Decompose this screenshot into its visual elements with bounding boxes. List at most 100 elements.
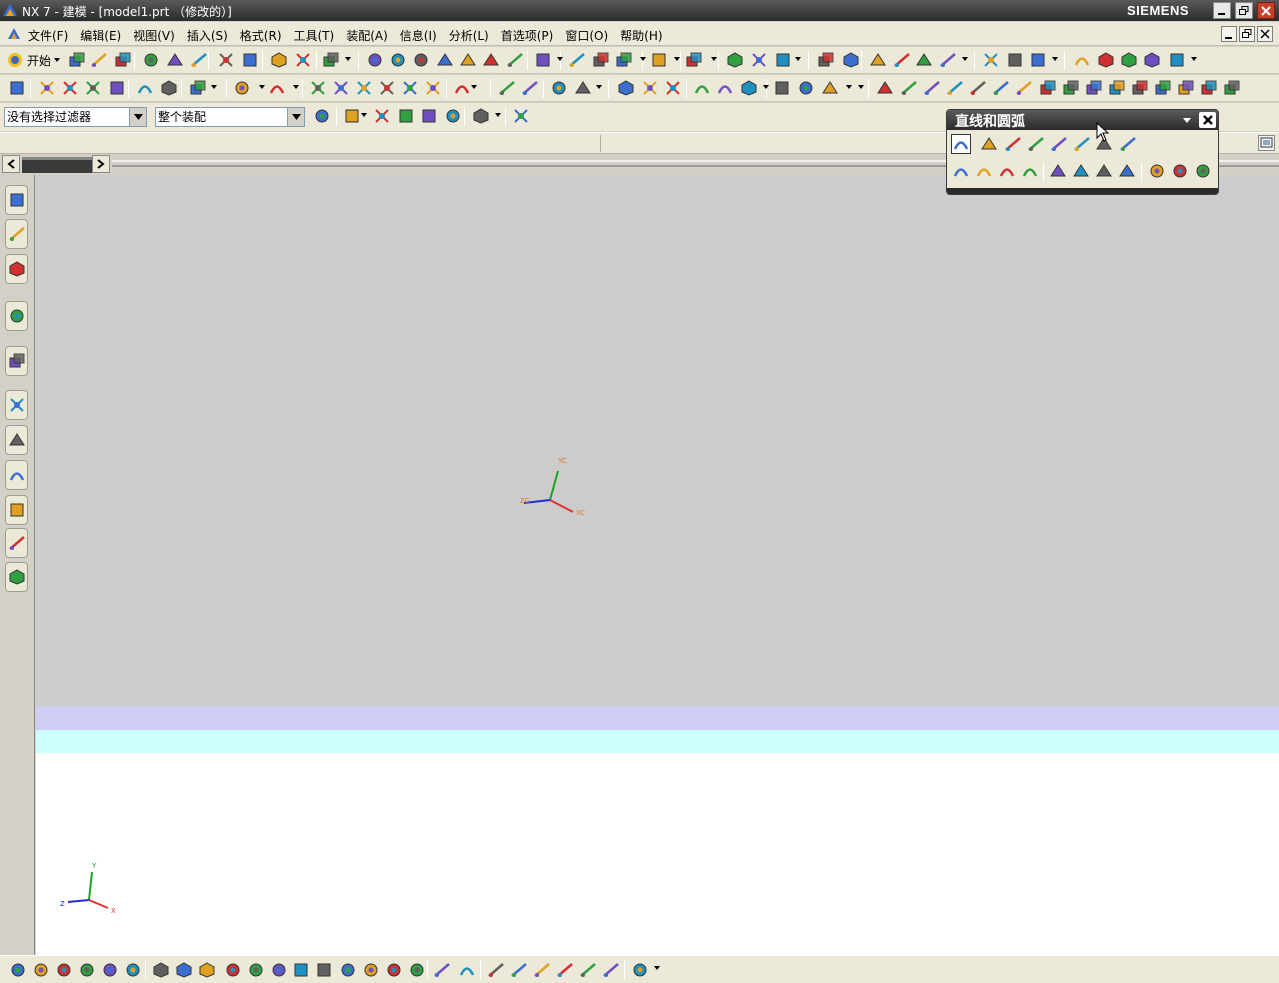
resource-tab-9[interactable] [5, 495, 28, 525]
bottom-tool-20-icon[interactable] [458, 961, 476, 979]
standard-tool-41-icon[interactable] [1168, 51, 1186, 69]
dropdown-arrow-icon[interactable] [361, 113, 367, 117]
standard-tool-1-icon[interactable] [68, 51, 86, 69]
standard-tool-24-icon[interactable] [685, 51, 703, 69]
bottom-tool-1-icon[interactable] [9, 961, 27, 979]
scroll-left-button[interactable] [2, 155, 20, 173]
standard-tool-28-icon[interactable] [817, 51, 835, 69]
standard-tool-4-icon[interactable] [142, 51, 160, 69]
feature-tool-7-icon[interactable] [160, 79, 178, 97]
bottom-tool-2-icon[interactable] [32, 961, 50, 979]
bottom-tool-3-icon[interactable] [55, 961, 73, 979]
document-menu-icon[interactable] [6, 26, 22, 42]
standard-tool-18-icon[interactable] [506, 51, 524, 69]
selection-tool-1-icon[interactable] [313, 107, 331, 125]
feature-tool-44-icon[interactable] [1177, 79, 1195, 97]
feature-tool-32-icon[interactable] [900, 79, 918, 97]
feature-tool-11-icon[interactable] [309, 79, 327, 97]
restore-button[interactable] [1235, 2, 1253, 19]
dropdown-arrow[interactable] [129, 108, 146, 126]
feature-tool-26-icon[interactable] [716, 79, 734, 97]
bottom-tool-19-icon[interactable] [433, 961, 451, 979]
bottom-tool-10-icon[interactable] [224, 961, 242, 979]
standard-tool-21-icon[interactable] [592, 51, 610, 69]
feature-tool-29-icon[interactable] [797, 79, 815, 97]
menu-item[interactable]: 工具(T) [294, 27, 335, 44]
feature-tool-46-icon[interactable] [1223, 79, 1241, 97]
dropdown-arrow-icon[interactable] [846, 85, 852, 89]
type-filter-dropdown[interactable]: 没有选择过滤器 [4, 107, 147, 127]
dropdown-arrow-icon[interactable] [1052, 57, 1058, 61]
dropdown-arrow-icon[interactable] [1191, 57, 1197, 61]
feature-tool-16-icon[interactable] [424, 79, 442, 97]
bottom-tool-5-icon[interactable] [101, 961, 119, 979]
bottom-tool-7-icon[interactable] [152, 961, 170, 979]
close-window-button[interactable] [1257, 2, 1275, 19]
selection-scope-dropdown[interactable]: 整个装配 [155, 107, 305, 127]
bottom-tool-17-icon[interactable] [385, 961, 403, 979]
standard-tool-5-icon[interactable] [166, 51, 184, 69]
menu-item[interactable]: 编辑(E) [80, 27, 121, 44]
standard-tool-6-icon[interactable] [190, 51, 208, 69]
bottom-tool-24-icon[interactable] [556, 961, 574, 979]
feature-tool-1-icon[interactable] [8, 79, 26, 97]
palette-arc-tool-10-icon[interactable] [1171, 162, 1189, 180]
dropdown-arrow-icon[interactable] [795, 57, 801, 61]
palette-arc-tool-5-icon[interactable] [1049, 162, 1067, 180]
start-button[interactable]: 开始 [6, 51, 61, 69]
standard-tool-3-icon[interactable] [114, 51, 132, 69]
feature-tool-28-icon[interactable] [773, 79, 791, 97]
palette-arc-tool-1-icon[interactable] [952, 162, 970, 180]
feature-tool-31-icon[interactable] [876, 79, 894, 97]
resource-tab-8[interactable] [5, 460, 28, 490]
menu-item[interactable]: 窗口(O) [565, 27, 608, 44]
bottom-tool-6-icon[interactable] [124, 961, 142, 979]
bottom-tool-8-icon[interactable] [175, 961, 193, 979]
feature-tool-25-icon[interactable] [693, 79, 711, 97]
dropdown-arrow-icon[interactable] [654, 966, 660, 970]
resource-tab-10[interactable] [5, 528, 28, 558]
standard-tool-13-icon[interactable] [389, 51, 407, 69]
feature-tool-24-icon[interactable] [664, 79, 682, 97]
feature-tool-36-icon[interactable] [992, 79, 1010, 97]
standard-tool-30-icon[interactable] [869, 51, 887, 69]
dropdown-arrow-icon[interactable] [596, 85, 602, 89]
palette-arc-tool-4-icon[interactable] [1021, 162, 1039, 180]
menu-item[interactable]: 首选项(P) [501, 27, 554, 44]
standard-tool-9-icon[interactable] [270, 51, 288, 69]
palette-line-tool-3-icon[interactable] [1004, 135, 1022, 153]
menu-item[interactable]: 帮助(H) [620, 27, 662, 44]
menu-item[interactable]: 信息(I) [400, 27, 437, 44]
resource-tab-7[interactable] [5, 425, 28, 455]
standard-tool-10-icon[interactable] [294, 51, 312, 69]
feature-tool-12-icon[interactable] [332, 79, 350, 97]
feature-tool-42-icon[interactable] [1131, 79, 1149, 97]
menu-item[interactable]: 视图(V) [133, 27, 175, 44]
dropdown-arrow-icon[interactable] [962, 57, 968, 61]
standard-tool-11-icon[interactable] [322, 51, 340, 69]
feature-tool-37-icon[interactable] [1015, 79, 1033, 97]
standard-tool-27-icon[interactable] [774, 51, 792, 69]
palette-line-tool-2-icon[interactable] [980, 135, 998, 153]
feature-tool-6-icon[interactable] [136, 79, 154, 97]
selection-tool-3-icon[interactable] [373, 107, 391, 125]
dropdown-arrow-icon[interactable] [495, 113, 501, 117]
feature-tool-27-icon[interactable] [740, 79, 758, 97]
resource-tab-3[interactable] [5, 254, 28, 284]
feature-tool-34-icon[interactable] [946, 79, 964, 97]
standard-tool-2-icon[interactable] [90, 51, 108, 69]
standard-tool-39-icon[interactable] [1120, 51, 1138, 69]
bottom-tool-23-icon[interactable] [533, 961, 551, 979]
standard-tool-22-icon[interactable] [615, 51, 633, 69]
palette-arc-tool-3-icon[interactable] [998, 162, 1016, 180]
dropdown-arrow-icon[interactable] [640, 57, 646, 61]
feature-tool-30-icon[interactable] [821, 79, 839, 97]
palette-line-tool-4-icon[interactable] [1027, 135, 1045, 153]
bottom-tool-27-icon[interactable] [631, 961, 649, 979]
feature-tool-9-icon[interactable] [233, 79, 251, 97]
bottom-tool-11-icon[interactable] [247, 961, 265, 979]
standard-tool-35-icon[interactable] [1006, 51, 1024, 69]
dropdown-arrow-icon[interactable] [471, 85, 477, 89]
standard-tool-23-icon[interactable] [650, 51, 668, 69]
doc-close-button[interactable] [1257, 26, 1273, 42]
